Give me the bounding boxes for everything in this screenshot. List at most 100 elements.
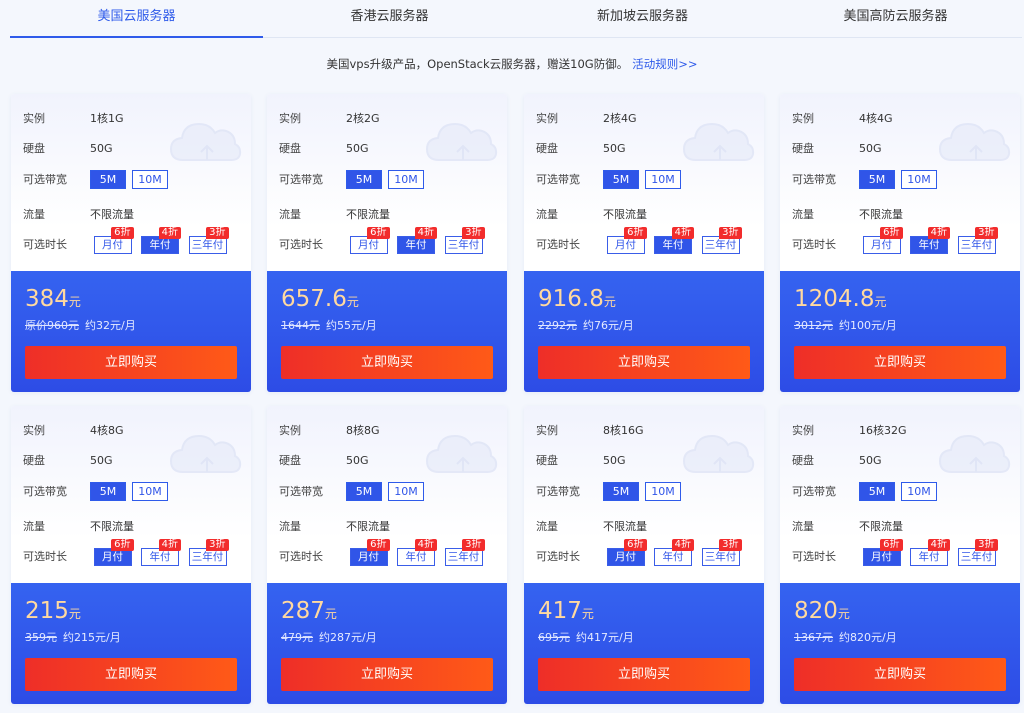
term-option-monthly[interactable]: 月付 6折 (862, 227, 903, 254)
instance-label: 实例 (23, 424, 45, 437)
tab-us-cloud[interactable]: 美国云服务器 (10, 0, 263, 38)
instance-label: 实例 (792, 424, 814, 437)
term-option-yearly[interactable]: 年付 4折 (141, 539, 181, 566)
term-option-three-year[interactable]: 三年付 3折 (957, 539, 998, 566)
instance-label: 实例 (536, 424, 558, 437)
card-pricing: 657.6元 1644元 约55元/月 立即购买 (267, 271, 507, 392)
card-specs: 实例 8核16G 硬盘 50G 可选带宽 5M 10M 流量 不限流量 可选时长 月付 6… (524, 406, 764, 583)
traffic-label: 流量 (23, 520, 45, 533)
term-option-monthly[interactable]: 月付 6折 (349, 227, 390, 254)
card-specs: 实例 16核32G 硬盘 50G 可选带宽 5M 10M 流量 不限流量 可选时长 月付 … (780, 406, 1020, 583)
instance-value: 1核1G (90, 112, 124, 125)
bandwidth-option-5m[interactable]: 5M (346, 170, 382, 189)
term-option-three-year[interactable]: 三年付 3折 (444, 227, 485, 254)
original-price: 1367元 (794, 631, 833, 644)
spec-row-disk: 硬盘 50G (23, 452, 113, 468)
product-card: 实例 2核4G 硬盘 50G 可选带宽 5M 10M 流量 不限流量 可选时长 月付 6折… (524, 94, 764, 392)
term-option-three-year[interactable]: 三年付 3折 (701, 227, 742, 254)
buy-now-button[interactable]: 立即购买 (281, 658, 493, 691)
cloud-icon (163, 414, 243, 494)
tab-us-ddos-cloud[interactable]: 美国高防云服务器 (769, 0, 1022, 37)
price-details: 695元 约417元/月 (538, 629, 634, 645)
term-option-monthly[interactable]: 月付 6折 (93, 539, 134, 566)
term-option-yearly[interactable]: 年付 4折 (141, 227, 181, 254)
price-details: 1644元 约55元/月 (281, 317, 377, 333)
spec-row-term: 可选时长 月付 6折 年付 4折 三年付 3折 (279, 227, 489, 254)
disk-value: 50G (859, 454, 882, 467)
disk-label: 硬盘 (536, 142, 558, 155)
term-option-yearly[interactable]: 年付 4折 (654, 227, 694, 254)
term-option-three-year[interactable]: 三年付 3折 (701, 539, 742, 566)
bandwidth-option-10m[interactable]: 10M (645, 170, 681, 189)
bandwidth-option-5m[interactable]: 5M (603, 170, 639, 189)
traffic-label: 流量 (279, 208, 301, 221)
discount-badge: 4折 (158, 539, 181, 551)
monthly-price: 约55元/月 (326, 319, 377, 332)
tab-hk-cloud[interactable]: 香港云服务器 (263, 0, 516, 37)
bandwidth-label: 可选带宽 (792, 484, 836, 498)
bandwidth-option-5m[interactable]: 5M (859, 170, 895, 189)
tab-sg-cloud[interactable]: 新加坡云服务器 (516, 0, 769, 37)
bandwidth-label: 可选带宽 (536, 172, 580, 186)
term-option-monthly[interactable]: 月付 6折 (606, 227, 647, 254)
term-option-yearly[interactable]: 年付 4折 (397, 539, 437, 566)
bandwidth-option-10m[interactable]: 10M (388, 482, 424, 501)
bandwidth-option-5m[interactable]: 5M (90, 170, 126, 189)
buy-now-button[interactable]: 立即购买 (25, 658, 237, 691)
price-unit: 元 (68, 607, 81, 621)
term-option-monthly[interactable]: 月付 6折 (93, 227, 134, 254)
bandwidth-option-10m[interactable]: 10M (901, 482, 937, 501)
disk-label: 硬盘 (536, 454, 558, 467)
rules-link[interactable]: 活动规则>> (632, 57, 697, 71)
buy-now-button[interactable]: 立即购买 (281, 346, 493, 379)
bandwidth-option-10m[interactable]: 10M (132, 170, 168, 189)
bandwidth-option-5m[interactable]: 5M (603, 482, 639, 501)
discount-badge: 6折 (367, 227, 390, 239)
buy-now-button[interactable]: 立即购买 (538, 658, 750, 691)
price: 215元 (25, 597, 81, 628)
term-label: 可选时长 (279, 550, 323, 563)
term-option-monthly[interactable]: 月付 6折 (606, 539, 647, 566)
buy-now-button[interactable]: 立即购买 (794, 658, 1006, 691)
instance-value: 2核2G (346, 112, 380, 125)
term-option-three-year[interactable]: 三年付 3折 (444, 539, 485, 566)
bandwidth-option-10m[interactable]: 10M (388, 170, 424, 189)
spec-row-term: 可选时长 月付 6折 年付 4折 三年付 3折 (536, 539, 746, 566)
bandwidth-option-10m[interactable]: 10M (645, 482, 681, 501)
bandwidth-option-5m[interactable]: 5M (90, 482, 126, 501)
disk-value: 50G (346, 454, 369, 467)
term-option-yearly[interactable]: 年付 4折 (910, 227, 950, 254)
spec-row-disk: 硬盘 50G (23, 140, 113, 156)
spec-row-traffic: 流量 不限流量 (23, 518, 134, 534)
term-option-three-year[interactable]: 三年付 3折 (188, 539, 229, 566)
term-option-yearly[interactable]: 年付 4折 (397, 227, 437, 254)
term-option-three-year[interactable]: 三年付 3折 (957, 227, 998, 254)
traffic-value: 不限流量 (90, 520, 134, 533)
price-unit: 元 (603, 295, 616, 309)
discount-badge: 4折 (671, 227, 694, 239)
spec-row-disk: 硬盘 50G (792, 452, 882, 468)
buy-now-button[interactable]: 立即购买 (538, 346, 750, 379)
spec-row-bandwidth: 可选带宽 5M 10M (23, 482, 174, 501)
term-option-monthly[interactable]: 月付 6折 (862, 539, 903, 566)
bandwidth-option-5m[interactable]: 5M (346, 482, 382, 501)
bandwidth-option-10m[interactable]: 10M (132, 482, 168, 501)
promo-text: 美国vps升级产品，OpenStack云服务器，赠送10G防御。 (326, 57, 629, 71)
term-option-monthly[interactable]: 月付 6折 (349, 539, 390, 566)
term-label: 可选时长 (536, 238, 580, 251)
term-option-three-year[interactable]: 三年付 3折 (188, 227, 229, 254)
buy-now-button[interactable]: 立即购买 (794, 346, 1006, 379)
term-label: 可选时长 (23, 550, 67, 563)
traffic-value: 不限流量 (859, 208, 903, 221)
product-card: 实例 4核8G 硬盘 50G 可选带宽 5M 10M 流量 不限流量 可选时长 月付 6折… (11, 406, 251, 704)
traffic-value: 不限流量 (90, 208, 134, 221)
spec-row-instance: 实例 2核2G (279, 110, 380, 126)
bandwidth-option-10m[interactable]: 10M (901, 170, 937, 189)
discount-badge: 6折 (624, 539, 647, 551)
term-option-yearly[interactable]: 年付 4折 (910, 539, 950, 566)
term-option-yearly[interactable]: 年付 4折 (654, 539, 694, 566)
spec-row-bandwidth: 可选带宽 5M 10M (536, 170, 687, 189)
bandwidth-option-5m[interactable]: 5M (859, 482, 895, 501)
buy-now-button[interactable]: 立即购买 (25, 346, 237, 379)
price-details: 原价960元 约32元/月 (25, 317, 136, 333)
